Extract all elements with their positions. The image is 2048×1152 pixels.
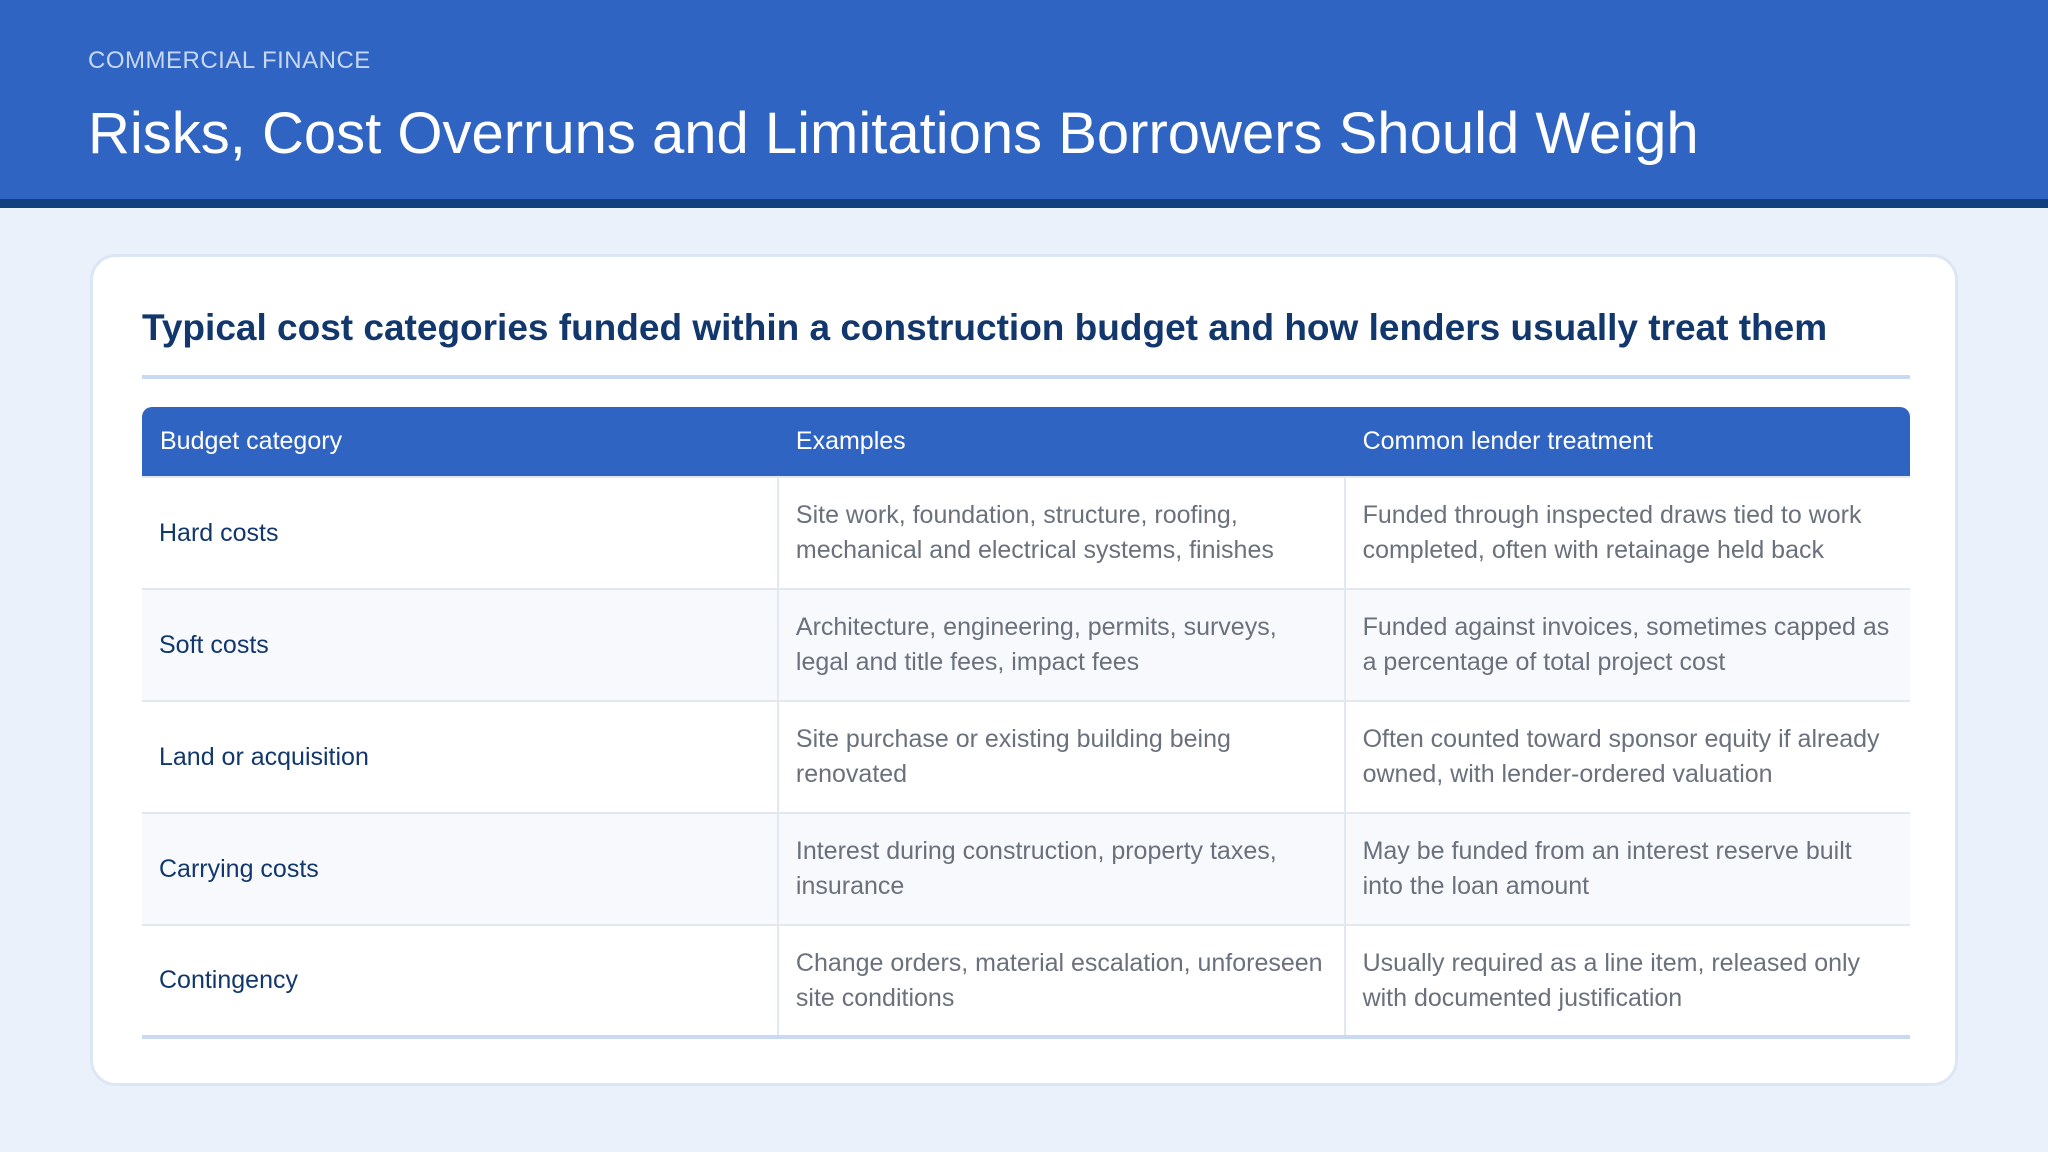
examples-cell: Site purchase or existing building being… [776, 700, 1345, 813]
column-header-category: Budget category [142, 407, 778, 477]
treatment-cell: May be funded from an interest reserve b… [1343, 812, 1910, 925]
examples-cell: Site work, foundation, structure, roofin… [776, 476, 1345, 589]
examples-cell: Change orders, material escalation, unfo… [776, 924, 1345, 1039]
title-divider [142, 375, 1910, 379]
table-header-row: Budget category Examples Common lender t… [142, 407, 1910, 477]
treatment-cell: Usually required as a line item, release… [1343, 924, 1910, 1039]
examples-cell: Interest during construction, property t… [776, 812, 1345, 925]
section-eyebrow: COMMERCIAL FINANCE [88, 47, 371, 74]
table-row: Land or acquisition Site purchase or exi… [142, 700, 1910, 813]
category-cell: Land or acquisition [142, 700, 778, 813]
category-cell: Hard costs [142, 476, 778, 589]
table-row: Hard costs Site work, foundation, struct… [142, 476, 1910, 589]
table-row: Contingency Change orders, material esca… [142, 924, 1910, 1039]
treatment-cell: Funded against invoices, sometimes cappe… [1343, 588, 1910, 701]
category-cell: Soft costs [142, 588, 778, 701]
cost-categories-table: Budget category Examples Common lender t… [142, 407, 1910, 1039]
examples-cell: Architecture, engineering, permits, surv… [776, 588, 1345, 701]
treatment-cell: Funded through inspected draws tied to w… [1343, 476, 1910, 589]
page-title: Risks, Cost Overruns and Limitations Bor… [88, 101, 1699, 166]
page-header: COMMERCIAL FINANCE Risks, Cost Overruns … [0, 0, 2048, 208]
column-header-examples: Examples [777, 407, 1345, 477]
card-title: Typical cost categories funded within a … [142, 307, 1828, 348]
table-row: Soft costs Architecture, engineering, pe… [142, 588, 1910, 701]
table-card: Typical cost categories funded within a … [90, 254, 1958, 1086]
category-cell: Contingency [142, 924, 778, 1039]
column-header-treatment: Common lender treatment [1344, 407, 1910, 477]
table-row: Carrying costs Interest during construct… [142, 812, 1910, 925]
treatment-cell: Often counted toward sponsor equity if a… [1343, 700, 1910, 813]
category-cell: Carrying costs [142, 812, 778, 925]
